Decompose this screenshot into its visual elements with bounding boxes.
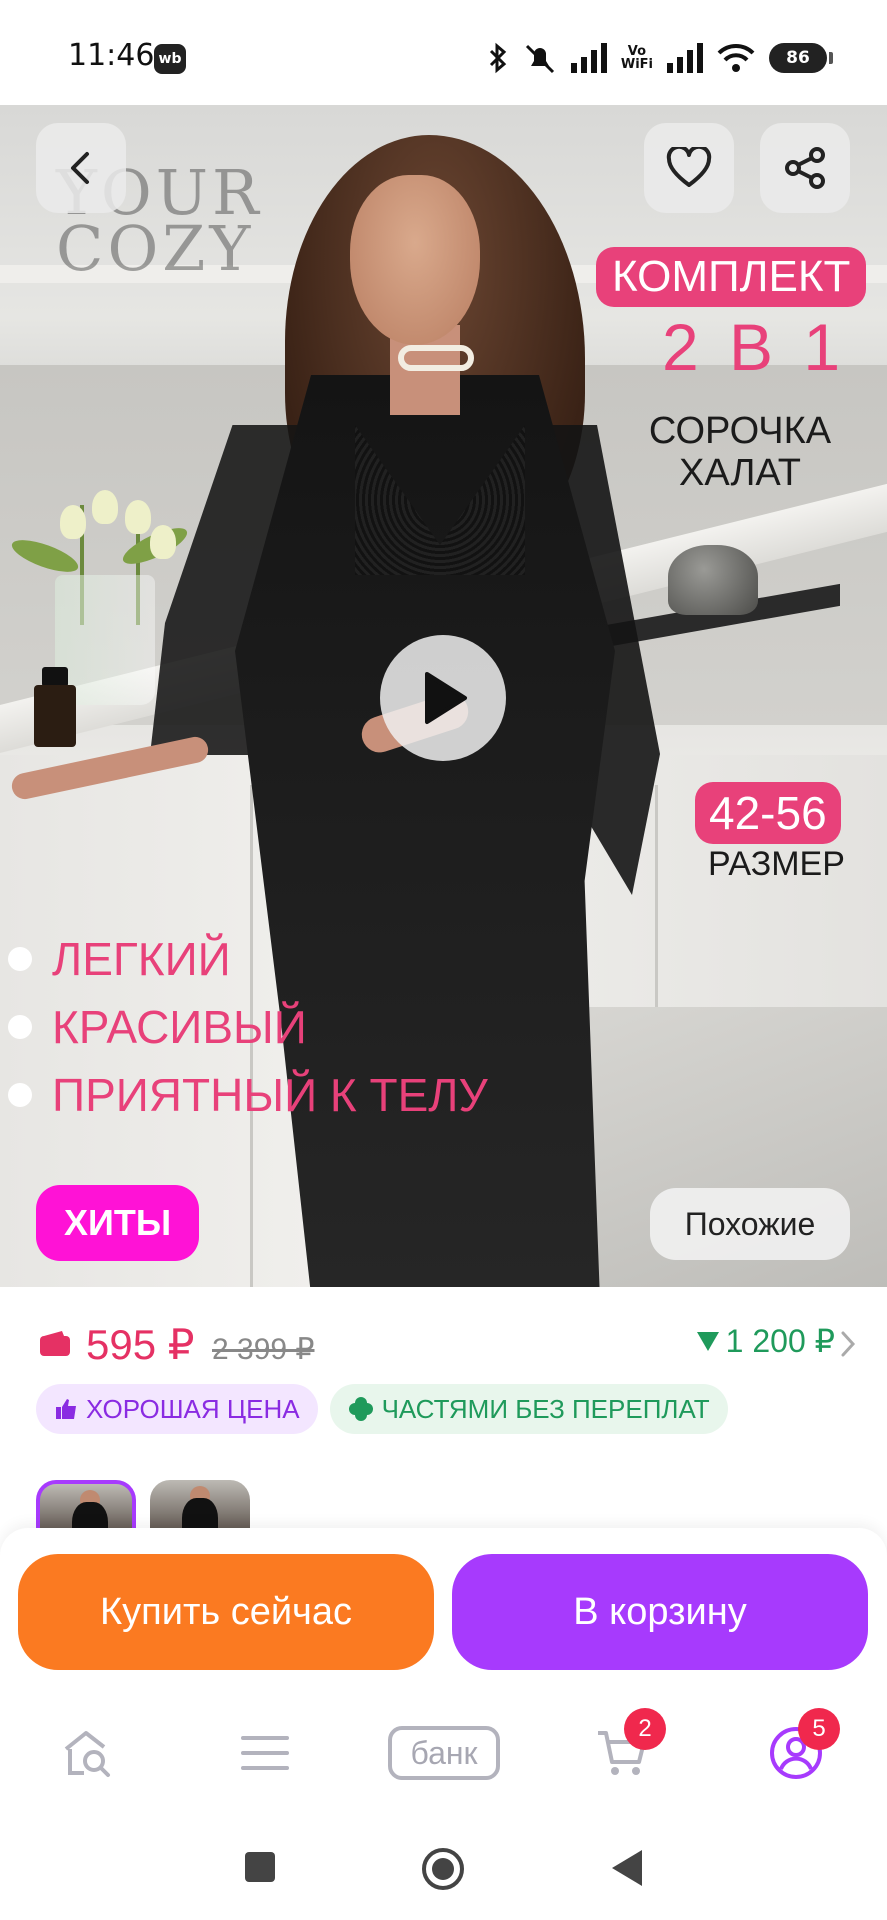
menu-icon bbox=[241, 1736, 289, 1770]
tulip bbox=[92, 490, 118, 524]
back-triangle-icon[interactable] bbox=[610, 1848, 644, 1888]
clover-icon bbox=[348, 1397, 373, 1421]
nav-profile[interactable]: 5 bbox=[756, 1708, 840, 1788]
tulip bbox=[60, 505, 86, 539]
tulip bbox=[150, 525, 176, 559]
promo-set-badge: КОМПЛЕКТ bbox=[596, 247, 867, 307]
model-face bbox=[350, 175, 480, 345]
thumbs-up-icon bbox=[56, 1399, 76, 1419]
price-drop[interactable]: 1 200 ₽ bbox=[696, 1322, 835, 1360]
perfume-bottle bbox=[34, 685, 76, 747]
home-search-icon bbox=[64, 1731, 110, 1777]
system-navigation-bar bbox=[0, 1826, 887, 1920]
size-range-badge: 42-56 bbox=[695, 782, 841, 844]
heart-icon bbox=[666, 147, 712, 187]
feature-item: КРАСИВЫЙ bbox=[8, 993, 488, 1061]
feature-item: ПРИЯТНЫЙ К ТЕЛУ bbox=[8, 1061, 488, 1129]
play-video-button[interactable] bbox=[380, 635, 506, 761]
status-time: 11:46 bbox=[68, 38, 155, 73]
signal-2-icon bbox=[667, 43, 703, 73]
wifi-icon bbox=[717, 43, 755, 72]
nav-catalog[interactable] bbox=[225, 1718, 305, 1788]
share-button[interactable] bbox=[760, 123, 850, 213]
price-chips: ХОРОШАЯ ЦЕНА ЧАСТЯМИ БЕЗ ПЕРЕПЛАТ bbox=[36, 1384, 728, 1434]
buy-now-button[interactable]: Купить сейчас bbox=[18, 1554, 434, 1670]
cart-count-badge: 2 bbox=[624, 1708, 666, 1750]
chevron-right-icon[interactable] bbox=[839, 1330, 857, 1358]
product-image-gallery[interactable]: YOUR COZY КОМПЛЕКТ 2 В 1 СОРОЧКА ХАЛАТ 4… bbox=[0, 105, 887, 1287]
perfume-cap bbox=[42, 667, 68, 687]
size-label: РАЗМЕР bbox=[708, 845, 845, 883]
favorite-button[interactable] bbox=[644, 123, 734, 213]
action-bar: Купить сейчас В корзину bbox=[0, 1528, 887, 1678]
chevron-left-icon bbox=[71, 152, 89, 184]
hits-badge[interactable]: ХИТЫ bbox=[36, 1185, 200, 1261]
current-price: 595 ₽ bbox=[86, 1321, 195, 1368]
status-icons: Vo WiFi 86 bbox=[487, 38, 833, 78]
tulip bbox=[125, 500, 151, 534]
vowifi-indicator: Vo WiFi bbox=[620, 44, 653, 72]
similar-button[interactable]: Похожие bbox=[650, 1188, 850, 1260]
profile-notification-badge: 5 bbox=[798, 1708, 840, 1750]
wallet-icon bbox=[40, 1331, 70, 1356]
bullet-icon bbox=[8, 947, 32, 971]
nav-cart[interactable]: 2 bbox=[582, 1708, 666, 1788]
share-icon bbox=[785, 147, 825, 189]
mute-bell-icon bbox=[525, 44, 554, 74]
bluetooth-icon bbox=[489, 42, 507, 74]
bullet-icon bbox=[8, 1083, 32, 1107]
nav-bank[interactable]: банк bbox=[384, 1718, 504, 1788]
bank-label: банк bbox=[388, 1726, 500, 1780]
feature-list: ЛЕГКИЙ КРАСИВЫЙ ПРИЯТНЫЙ К ТЕЛУ bbox=[8, 925, 488, 1129]
pearl-necklace bbox=[398, 345, 474, 371]
signal-icon bbox=[570, 43, 607, 73]
battery-indicator: 86 bbox=[769, 43, 833, 73]
old-price: 2 399 ₽ bbox=[212, 1333, 315, 1366]
promo-items: СОРОЧКА ХАЛАТ bbox=[648, 410, 832, 494]
recents-icon[interactable] bbox=[243, 1850, 277, 1884]
bullet-icon bbox=[8, 1015, 32, 1039]
feature-item: ЛЕГКИЙ bbox=[8, 925, 488, 993]
price-row: 595 ₽ 2 399 ₽ 1 200 ₽ bbox=[0, 1308, 887, 1378]
nav-home[interactable] bbox=[48, 1718, 128, 1788]
triangle-down-icon bbox=[696, 1332, 719, 1351]
installments-chip[interactable]: ЧАСТЯМИ БЕЗ ПЕРЕПЛАТ bbox=[329, 1384, 728, 1434]
good-price-chip[interactable]: ХОРОШАЯ ЦЕНА bbox=[36, 1384, 318, 1434]
wb-app-icon: wb bbox=[154, 44, 186, 74]
play-icon bbox=[425, 672, 467, 724]
bottom-navigation: банк 2 5 bbox=[0, 1678, 887, 1826]
home-icon[interactable] bbox=[420, 1846, 466, 1892]
add-to-cart-button[interactable]: В корзину bbox=[452, 1554, 868, 1670]
status-bar: 11:46 wb Vo WiFi 86 bbox=[0, 0, 887, 105]
promo-2in1: 2 В 1 bbox=[662, 310, 847, 384]
kettle bbox=[668, 545, 758, 615]
back-button[interactable] bbox=[36, 123, 126, 213]
